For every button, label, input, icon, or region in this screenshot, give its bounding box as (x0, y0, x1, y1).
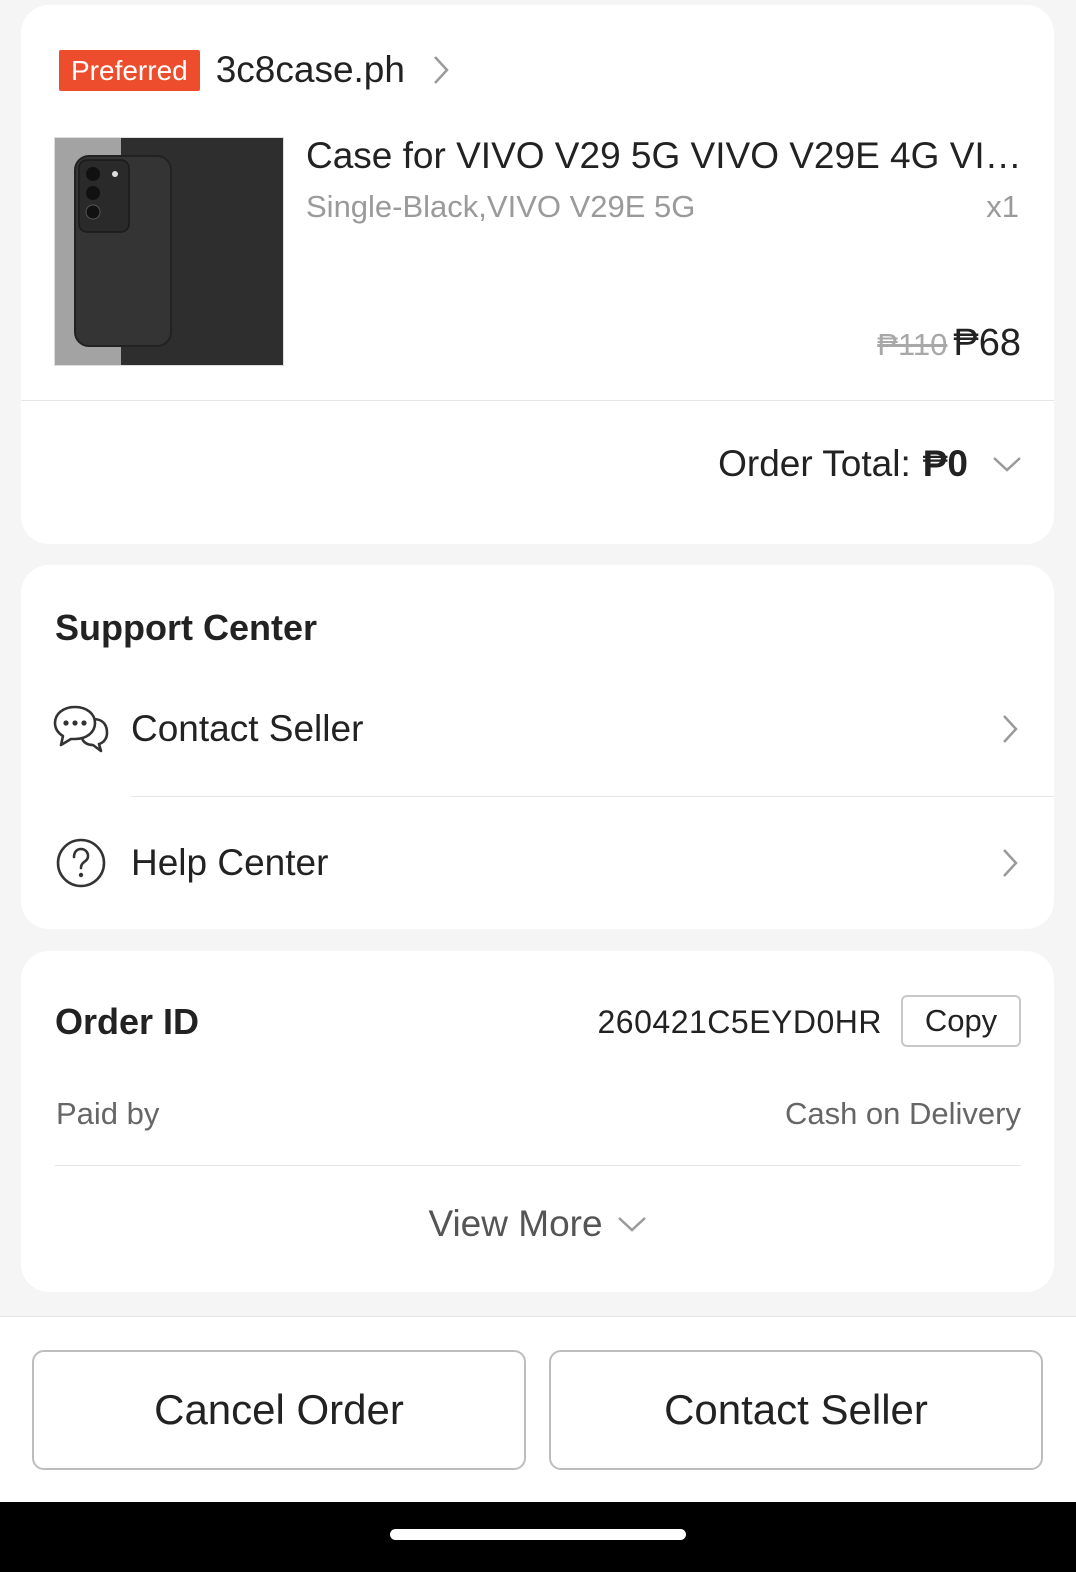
divider (131, 796, 1054, 797)
contact-seller-button[interactable]: Contact Seller (549, 1350, 1043, 1470)
contact-seller-label: Contact Seller (131, 708, 364, 749)
system-navigation-bar (0, 1502, 1076, 1572)
preferred-badge: Preferred (59, 49, 200, 91)
product-title[interactable]: Case for VIVO V29 5G VIVO V29E 4G VIVO V… (306, 135, 1022, 177)
view-more-button[interactable]: View More (21, 1203, 1054, 1245)
order-total-label: Order Total: (718, 443, 911, 484)
home-indicator[interactable] (390, 1529, 686, 1540)
order-info-card: Order ID 260421C5EYD0HR Copy Paid by Cas… (21, 951, 1054, 1292)
order-item-card: Preferred 3c8case.ph Case for VIVO V29 5… (21, 5, 1054, 544)
order-total-row[interactable]: Order Total: ₱0 (718, 443, 1022, 485)
chevron-right-icon (1002, 714, 1018, 744)
chevron-right-icon (1002, 848, 1018, 878)
paid-by-label: Paid by (56, 1096, 160, 1131)
order-id-value: 260421C5EYD0HR (597, 1004, 882, 1040)
cancel-order-button[interactable]: Cancel Order (32, 1350, 526, 1470)
product-variant: Single-Black,VIVO V29E 5G (306, 189, 696, 224)
question-circle-icon (53, 837, 109, 889)
shop-header[interactable]: Preferred 3c8case.ph (59, 49, 449, 91)
payment-method-value: Cash on Delivery (784, 1096, 1021, 1131)
copy-button[interactable]: Copy (901, 995, 1021, 1047)
bottom-action-bar: Cancel Order Contact Seller (0, 1316, 1076, 1502)
product-quantity: x1 (986, 189, 1019, 224)
view-more-label: View More (428, 1203, 603, 1244)
support-center-title: Support Center (55, 607, 318, 648)
order-total-value: ₱0 (922, 443, 968, 484)
chevron-down-icon[interactable] (992, 456, 1022, 472)
price-row: ₱110 ₱68 (877, 322, 1021, 365)
support-center-card: Support Center Contact Seller Help Cente (21, 565, 1054, 929)
current-price: ₱68 (953, 322, 1021, 364)
divider (55, 1165, 1021, 1166)
chevron-right-icon[interactable] (433, 55, 449, 85)
original-price: ₱110 (877, 327, 948, 362)
order-id-label: Order ID (55, 1001, 200, 1042)
product-image[interactable] (54, 137, 284, 366)
divider (21, 400, 1054, 401)
help-center-label: Help Center (131, 842, 329, 883)
chevron-down-icon (617, 1216, 647, 1232)
shop-name[interactable]: 3c8case.ph (216, 49, 405, 91)
help-center-row[interactable]: Help Center (21, 803, 1054, 923)
chat-bubbles-icon (53, 703, 109, 755)
contact-seller-row[interactable]: Contact Seller (21, 669, 1054, 789)
